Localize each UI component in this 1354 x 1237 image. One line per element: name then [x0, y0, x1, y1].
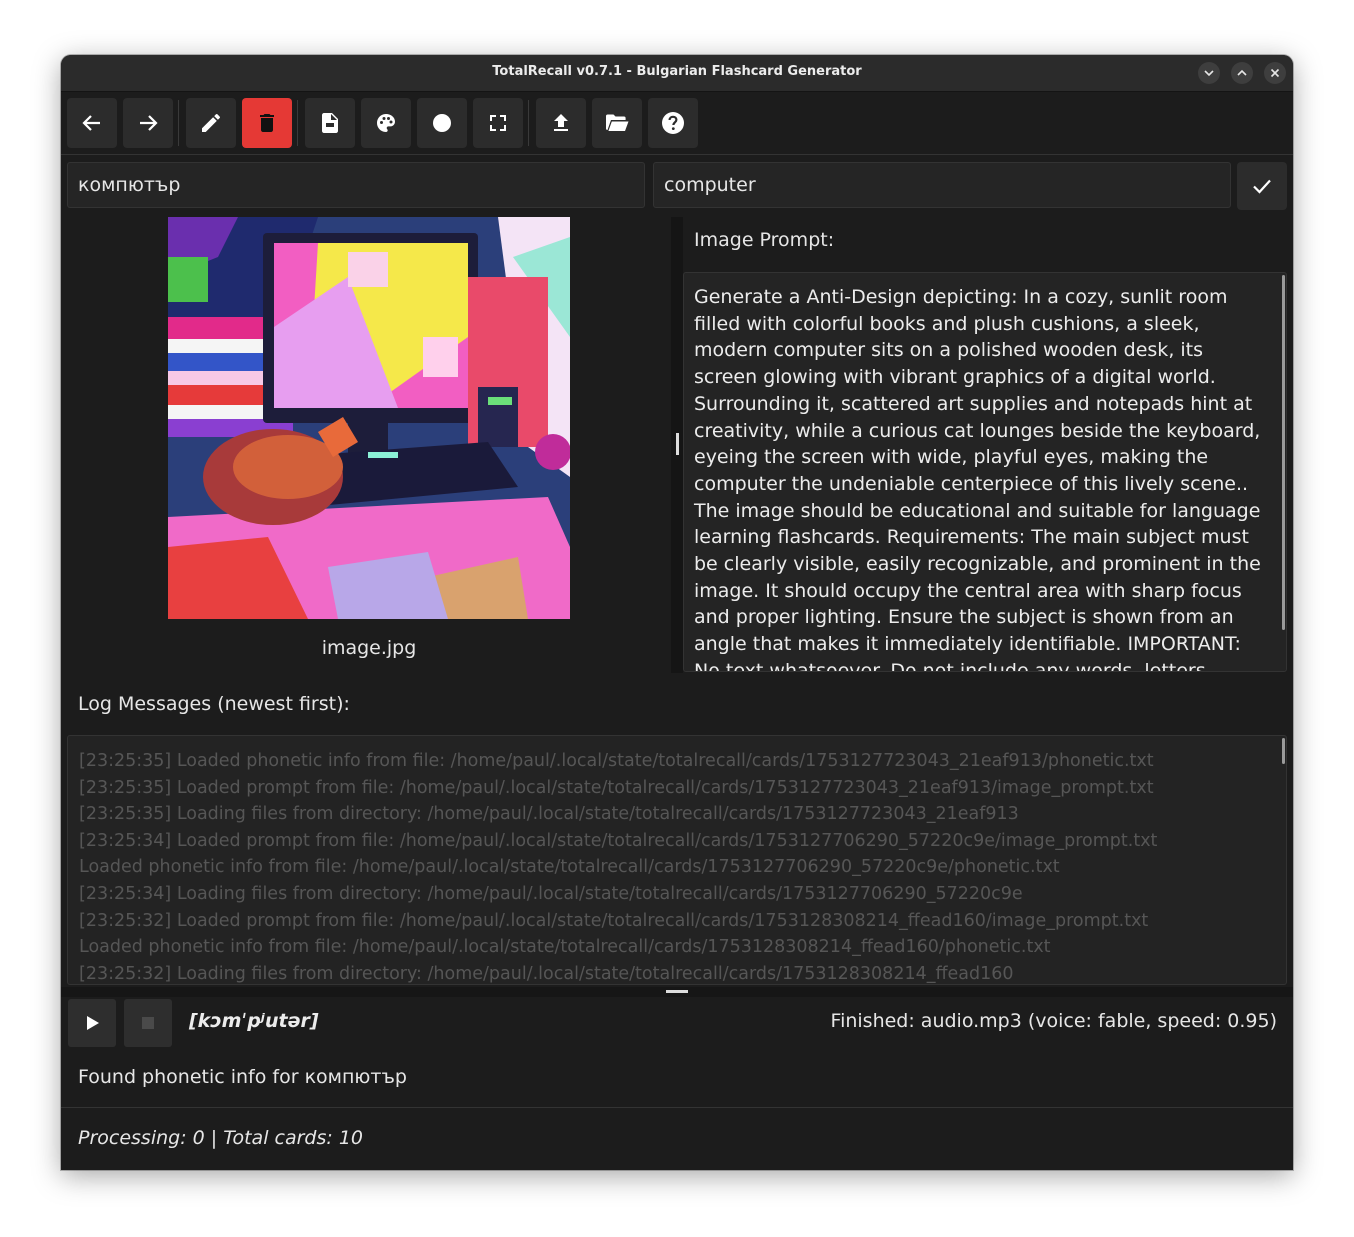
window-title: TotalRecall v0.7.1 - Bulgarian Flashcard…: [492, 64, 862, 79]
divider: [61, 1107, 1293, 1108]
fullscreen-button[interactable]: [473, 98, 523, 148]
arrow-left-icon: [82, 115, 100, 131]
log-line: [23:25:34] Loading files from directory:…: [79, 883, 1023, 904]
image-prompt-text: Generate a Anti-Design depicting: In a c…: [694, 286, 1261, 672]
palette-icon: [377, 114, 395, 132]
image-prompt-textarea[interactable]: Generate a Anti-Design depicting: In a c…: [683, 272, 1287, 672]
status-message: Found phonetic info for компютър: [78, 1066, 407, 1088]
log-label: Log Messages (newest first):: [78, 693, 350, 715]
log-line: Loaded phonetic info from file: /home/pa…: [79, 937, 1051, 958]
log-line: [23:25:34] Loaded prompt from file: /hom…: [79, 830, 1158, 851]
help-icon: [662, 112, 684, 134]
chevron-down-icon: [1204, 70, 1214, 77]
upload-button[interactable]: [536, 98, 586, 148]
close-button[interactable]: [1264, 62, 1286, 84]
fullscreen-icon: [490, 115, 506, 131]
help-button[interactable]: [648, 98, 698, 148]
arrow-right-icon: [140, 115, 158, 131]
new-file-button[interactable]: [305, 98, 355, 148]
stop-icon: [142, 1017, 154, 1029]
image-prompt-label: Image Prompt:: [694, 229, 835, 251]
forward-button[interactable]: [123, 98, 173, 148]
trash-icon: [260, 114, 274, 132]
back-button[interactable]: [67, 98, 117, 148]
circle-icon: [433, 114, 451, 132]
audio-status: Finished: audio.mp3 (voice: fable, speed…: [830, 1010, 1277, 1032]
app-window: TotalRecall v0.7.1 - Bulgarian Flashcard…: [61, 55, 1293, 1170]
prompt-scrollbar[interactable]: [1282, 275, 1285, 630]
computer-illustration: [168, 217, 570, 619]
phonetic-transcription: [kɔmˈpʲutər]: [189, 1010, 319, 1032]
footer-status: Processing: 0 | Total cards: 10: [78, 1127, 363, 1149]
record-button[interactable]: [417, 98, 467, 148]
image-filename: image.jpg: [321, 637, 417, 659]
log-line: [23:25:35] Loading files from directory:…: [79, 804, 1019, 825]
log-messages[interactable]: [23:25:35] Loaded phonetic info from fil…: [67, 735, 1287, 985]
splitter-handle[interactable]: [666, 990, 688, 993]
log-line: [23:25:32] Loaded prompt from file: /hom…: [79, 910, 1149, 931]
pencil-icon: [202, 114, 220, 132]
log-line: [23:25:35] Loaded phonetic info from fil…: [79, 751, 1154, 771]
toolbar: [61, 92, 1293, 155]
open-folder-button[interactable]: [592, 98, 642, 148]
chevron-up-icon: [1237, 69, 1247, 76]
play-button[interactable]: [68, 999, 116, 1047]
log-line: Loaded phonetic info from file: /home/pa…: [79, 857, 1060, 878]
log-line: [23:25:32] Loading files from directory:…: [79, 963, 1014, 984]
delete-button[interactable]: [242, 98, 292, 148]
file-icon: [322, 113, 338, 133]
upload-icon: [554, 114, 568, 131]
log-scrollbar[interactable]: [1282, 738, 1285, 764]
palette-button[interactable]: [361, 98, 411, 148]
splitter-handle[interactable]: [676, 433, 679, 455]
edit-button[interactable]: [186, 98, 236, 148]
play-icon: [87, 1016, 99, 1030]
confirm-button[interactable]: [1237, 162, 1287, 210]
toolbar-separator: [297, 100, 298, 146]
flashcard-image[interactable]: [168, 217, 570, 619]
checkmark-icon: [1253, 179, 1271, 194]
toolbar-separator: [528, 100, 529, 146]
close-icon: [1270, 68, 1280, 78]
toolbar-separator: [178, 100, 179, 146]
log-line: [23:25:35] Loaded prompt from file: /hom…: [79, 777, 1154, 798]
english-translation-input[interactable]: computer: [653, 162, 1231, 208]
maximize-button[interactable]: [1231, 62, 1253, 84]
bulgarian-word-input[interactable]: компютър: [67, 162, 645, 208]
minimize-button[interactable]: [1198, 62, 1220, 84]
folder-open-icon: [606, 114, 629, 131]
stop-button[interactable]: [124, 999, 172, 1047]
title-bar: TotalRecall v0.7.1 - Bulgarian Flashcard…: [61, 55, 1293, 92]
